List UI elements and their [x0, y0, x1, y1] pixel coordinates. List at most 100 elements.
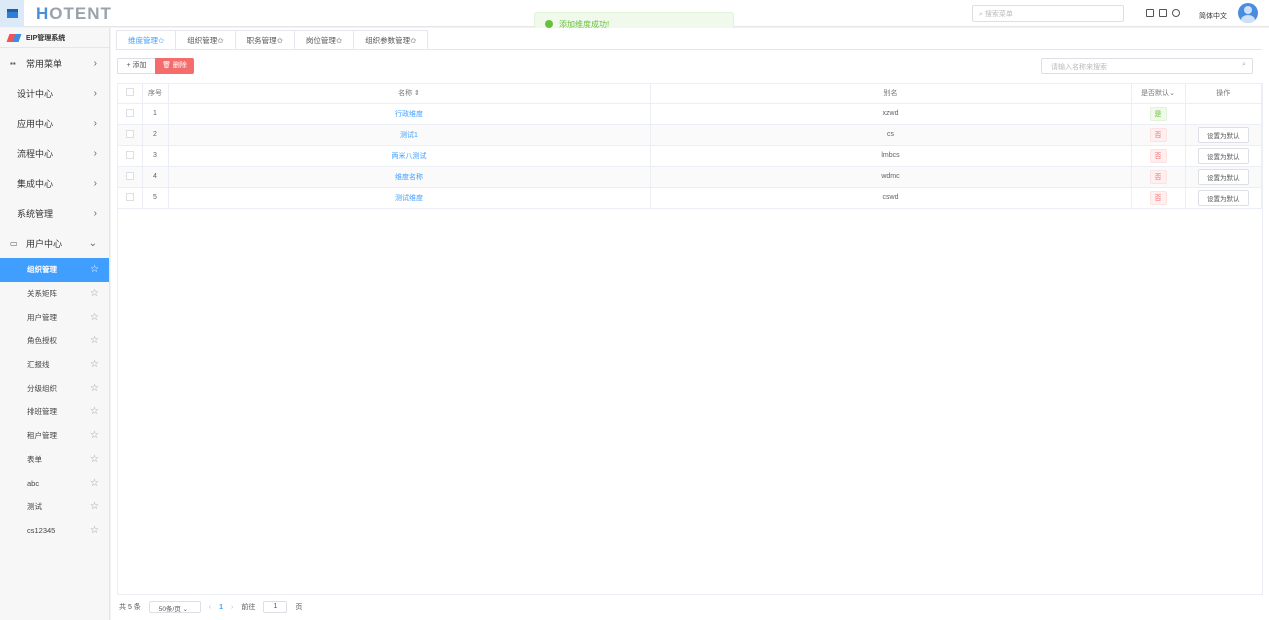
menu-user-center[interactable]: ▭ 用户中心 ⌄ [0, 228, 109, 258]
sidebar-item[interactable]: 汇报线 ☆ [0, 353, 109, 377]
goto-label: 前往 [241, 604, 256, 611]
star-icon[interactable]: ☆ [90, 335, 99, 346]
delete-button[interactable]: 🗑 删除 [155, 58, 194, 74]
row-alias: lmbcs [650, 145, 1132, 167]
menu-label: 应用中心 [17, 118, 54, 129]
sidebar-item[interactable]: abc ☆ [0, 471, 109, 495]
menu-integration[interactable]: 集成中心 › [0, 168, 109, 198]
table-row: 1 行政维度 xzwd 是 [118, 103, 1262, 125]
chevron-down-icon: ⌄ [88, 237, 97, 249]
tab-org[interactable]: 组织管理✩ [175, 30, 236, 50]
set-default-button[interactable]: 设置为默认 [1198, 147, 1249, 164]
next-page-button[interactable]: › [231, 604, 233, 611]
search-icon[interactable]: ⌕ [1242, 61, 1246, 69]
sidebar-item-org[interactable]: 组织管理 ☆ [0, 258, 109, 282]
star-icon[interactable]: ☆ [90, 288, 99, 299]
search-placeholder: 请输入名称来搜索 [1051, 64, 1107, 71]
menu-label: 用户中心 [26, 238, 63, 249]
row-name-link[interactable]: 行政维度 [395, 111, 423, 118]
header-default[interactable]: 是否默认⌄ [1131, 84, 1186, 104]
row-checkbox[interactable] [125, 129, 134, 138]
tab-dimension[interactable]: 维度管理✩ [116, 30, 177, 51]
goto-page-input[interactable]: 1 [263, 601, 288, 613]
sidebar-item[interactable]: 角色授权 ☆ [0, 329, 109, 353]
tab-post[interactable]: 岗位管理✩ [293, 30, 355, 50]
item-label: 测试 [27, 502, 42, 512]
item-label: 排班管理 [27, 407, 57, 417]
header-default-label: 是否默认 [1141, 90, 1170, 98]
add-label: 添加 [132, 62, 147, 69]
row-checkbox[interactable] [125, 171, 134, 180]
menu-label: 系统管理 [17, 208, 54, 219]
menu-icon [6, 9, 18, 18]
fullscreen-icon[interactable] [1159, 9, 1167, 17]
star-icon[interactable]: ☆ [90, 312, 99, 323]
page-number[interactable]: 1 [219, 604, 223, 611]
row-checkbox[interactable] [125, 192, 134, 201]
refresh-icon[interactable] [1172, 9, 1180, 17]
chevron-down-icon[interactable]: ⌄ [1169, 90, 1175, 97]
row-name-link[interactable]: 测试1 [400, 132, 418, 139]
set-default-button[interactable]: 设置为默认 [1198, 168, 1249, 185]
star-icon[interactable]: ☆ [90, 501, 99, 512]
monitor-icon[interactable] [1146, 9, 1154, 17]
page-size-select[interactable]: 50条/页 ⌄ [148, 601, 201, 613]
menu-toggle-button[interactable] [0, 0, 24, 27]
table-row: 3 两米八测试 lmbcs 否 设置为默认 [118, 145, 1262, 167]
language-select[interactable]: 简体中文 [1199, 11, 1227, 21]
tab-job[interactable]: 职务管理✩ [234, 30, 295, 50]
row-checkbox[interactable] [125, 108, 134, 117]
star-icon[interactable]: ☆ [90, 525, 99, 536]
add-button[interactable]: + 添加 [117, 58, 156, 74]
check-circle-icon [545, 20, 553, 28]
set-default-button[interactable]: 设置为默认 [1198, 126, 1249, 143]
chevron-right-icon: › [93, 177, 97, 189]
sidebar-item[interactable]: 用户管理 ☆ [0, 305, 109, 329]
sort-icon[interactable]: ⇕ [414, 90, 420, 97]
sidebar-item[interactable]: 排班管理 ☆ [0, 400, 109, 424]
row-name-link[interactable]: 测试维度 [395, 195, 423, 202]
sidebar-item[interactable]: cs12345 ☆ [0, 519, 109, 543]
header-index: 序号 [142, 84, 169, 104]
brand-logo-icon [6, 33, 22, 42]
sidebar-item[interactable]: 关系矩阵 ☆ [0, 282, 109, 306]
avatar[interactable] [1238, 3, 1258, 23]
chevron-right-icon: › [93, 147, 97, 159]
row-name-link[interactable]: 维度名称 [395, 174, 423, 181]
sidebar: EIP管理系统 ▪▪ 常用菜单 › 设计中心 › 应用中心 › 流程中心 › 集成中心 › … [0, 28, 110, 620]
row-checkbox[interactable] [125, 150, 134, 159]
total-count: 共 5 条 [119, 604, 141, 611]
menu-design[interactable]: 设计中心 › [0, 78, 109, 108]
menu-flow[interactable]: 流程中心 › [0, 138, 109, 168]
item-label: cs12345 [27, 525, 56, 535]
menu-search-input[interactable]: ⌕ 搜索菜单 [972, 5, 1124, 22]
star-icon[interactable]: ☆ [90, 264, 99, 275]
sidebar-item[interactable]: 分级组织 ☆ [0, 376, 109, 400]
menu-common[interactable]: ▪▪ 常用菜单 › [0, 48, 109, 78]
row-alias: xzwd [650, 103, 1132, 125]
sidebar-item[interactable]: 租户管理 ☆ [0, 424, 109, 448]
delete-label: 删除 [172, 62, 187, 69]
row-name-link[interactable]: 两米八测试 [392, 153, 427, 160]
sidebar-item[interactable]: 测试 ☆ [0, 495, 109, 519]
prev-page-button[interactable]: ‹ [209, 604, 211, 611]
item-label: abc [27, 478, 40, 488]
menu-app[interactable]: 应用中心 › [0, 108, 109, 138]
star-icon[interactable]: ☆ [90, 430, 99, 441]
tab-org-params[interactable]: 组织参数管理✩ [353, 30, 429, 50]
set-default-button[interactable]: 设置为默认 [1198, 189, 1249, 206]
star-icon[interactable]: ☆ [90, 359, 99, 370]
select-all-checkbox[interactable] [125, 88, 134, 97]
menu-system[interactable]: 系统管理 › [0, 198, 109, 228]
name-search-input[interactable]: 请输入名称来搜索 ⌕ [1041, 58, 1253, 74]
row-index: 2 [142, 124, 169, 146]
star-icon[interactable]: ☆ [90, 383, 99, 394]
header-name[interactable]: 名称 ⇕ [168, 84, 651, 104]
star-icon[interactable]: ☆ [90, 454, 99, 465]
star-icon[interactable]: ☆ [90, 478, 99, 489]
table-header: 序号 名称 ⇕ 别名 是否默认⌄ 操作 [118, 84, 1262, 104]
star-icon[interactable]: ☆ [90, 406, 99, 417]
row-alias: wdmc [650, 166, 1132, 188]
pagination: 共 5 条 50条/页 ⌄ ‹ 1 › 前往 1 页 [119, 601, 302, 613]
sidebar-item[interactable]: 表单 ☆ [0, 448, 109, 472]
